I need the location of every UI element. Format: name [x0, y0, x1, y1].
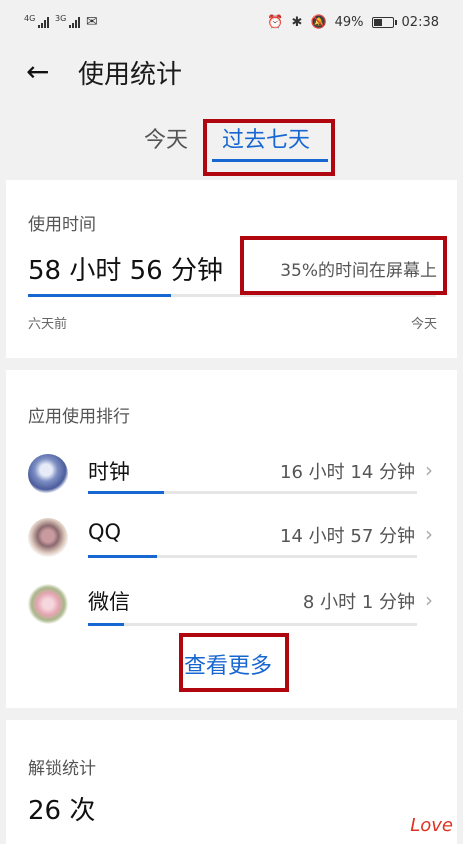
signal-icon: 3G [55, 14, 80, 28]
app-time: 8 小时 1 分钟 [302, 592, 415, 613]
signal-icon: 4G [24, 14, 49, 28]
app-progress-bar [88, 623, 417, 626]
highlight-box-view-more [179, 633, 289, 692]
unlock-count: 26 次 [28, 796, 96, 826]
clock-flower-icon [28, 454, 68, 494]
page-title: 使用统计 [78, 59, 183, 90]
battery-icon [371, 16, 397, 28]
app-progress-fill [88, 491, 164, 494]
watermark-logo: Love [410, 815, 453, 836]
ranking-section-title: 应用使用排行 [28, 407, 130, 427]
alarm-icon: ⏰ [267, 14, 284, 30]
unlock-section-title: 解锁统计 [28, 759, 96, 779]
chevron-right-icon: › [425, 588, 433, 612]
app-row-clock[interactable]: 时钟 16 小时 14 分钟 › [6, 448, 457, 514]
app-row-qq[interactable]: QQ 14 小时 57 分钟 › [6, 512, 457, 578]
status-bar: 4G 3G ✉ ⏰ ✱ 🔕 49% 02:38 [0, 0, 463, 44]
bluetooth-icon: ✱ [291, 14, 303, 30]
status-right: ⏰ ✱ 🔕 49% 02:38 [267, 15, 439, 30]
clock-time: 02:38 [401, 14, 439, 30]
app-progress-bar [88, 491, 417, 494]
usage-section-title: 使用时间 [28, 215, 96, 235]
app-name: 时钟 [88, 460, 130, 484]
app-progress-fill [88, 623, 125, 626]
app-name: QQ [88, 520, 122, 544]
chevron-right-icon: › [425, 522, 433, 546]
unlock-stats-card: 解锁统计 26 次 [6, 720, 457, 844]
wechat-flower-icon [28, 584, 68, 624]
app-progress-bar [88, 555, 417, 558]
app-time: 16 小时 14 分钟 [280, 462, 415, 483]
app-progress-fill [88, 555, 158, 558]
sim2-label: 3G [55, 14, 67, 23]
mute-icon: 🔕 [310, 14, 327, 30]
usage-total: 58 小时 56 分钟 [28, 256, 223, 286]
tab-today[interactable]: 今天 [144, 122, 188, 154]
highlight-box-screen-percent [240, 236, 447, 295]
sim1-label: 4G [24, 14, 36, 23]
status-left: 4G 3G ✉ [24, 14, 98, 30]
highlight-box-tab [203, 119, 335, 176]
usage-progress-fill [28, 294, 171, 297]
wifi-icon: ✉ [86, 14, 98, 30]
app-time: 14 小时 57 分钟 [280, 526, 415, 547]
qq-flower-icon [28, 518, 68, 558]
battery-percent: 49% [334, 14, 364, 30]
app-header: ← 使用统计 [0, 44, 463, 100]
app-name: 微信 [88, 590, 130, 614]
range-end-label: 今天 [410, 317, 437, 332]
range-start-label: 六天前 [28, 317, 68, 332]
back-arrow-icon[interactable]: ← [26, 58, 66, 86]
chevron-right-icon: › [425, 458, 433, 482]
